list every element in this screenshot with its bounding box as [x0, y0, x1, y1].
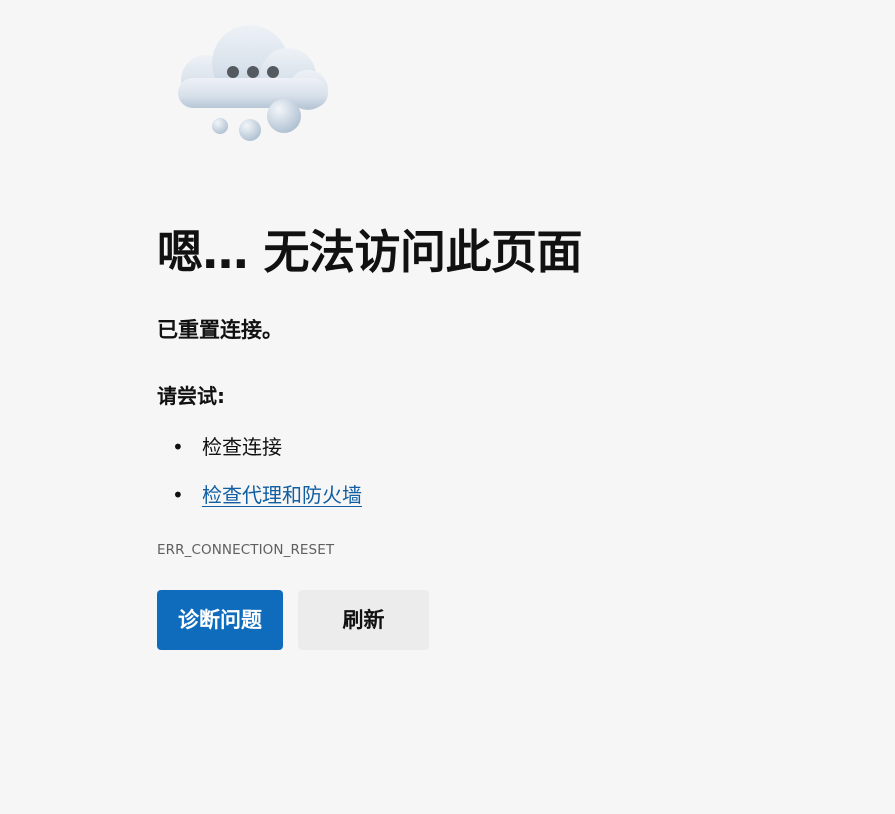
ellipsis-dots [227, 66, 279, 78]
bullet-icon: • [172, 483, 184, 507]
suggestion-check-proxy-firewall: • 检查代理和防火墙 [157, 480, 362, 528]
error-code: ERR_CONNECTION_RESET [157, 542, 335, 558]
refresh-button[interactable]: 刷新 [298, 590, 429, 650]
cloud-thinking-icon [178, 25, 328, 141]
thought-bubble-medium [239, 119, 261, 141]
check-proxy-firewall-link[interactable]: 检查代理和防火墙 [202, 483, 362, 507]
thought-bubble-small [212, 118, 228, 134]
thought-bubble-large [267, 99, 301, 133]
error-page: 嗯… 无法访问此页面 已重置连接。 请尝试: • 检查连接 • 检查代理和防火墙… [0, 0, 895, 814]
error-message: 已重置连接。 [157, 318, 283, 342]
try-heading: 请尝试: [157, 384, 225, 408]
suggestion-check-connection: • 检查连接 [157, 432, 362, 480]
bullet-icon: • [172, 435, 184, 459]
suggestion-list: • 检查连接 • 检查代理和防火墙 [157, 432, 362, 528]
page-title: 嗯… 无法访问此页面 [157, 225, 583, 279]
suggestion-label: 检查连接 [202, 435, 282, 459]
diagnose-button[interactable]: 诊断问题 [157, 590, 283, 650]
